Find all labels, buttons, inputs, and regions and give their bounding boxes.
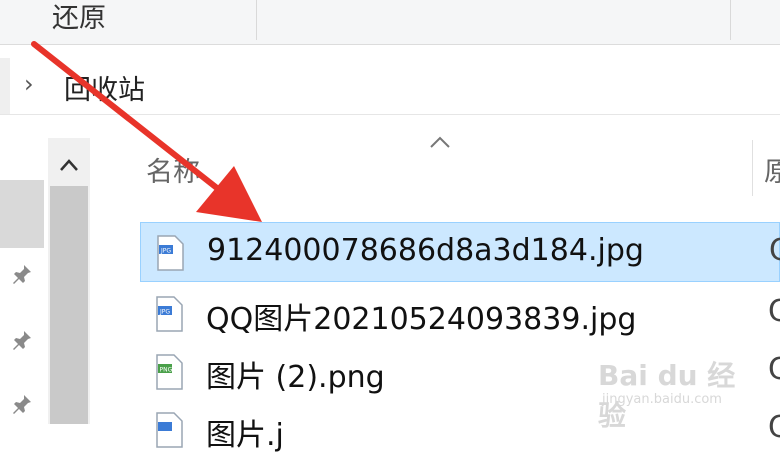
file-name: 图片.j bbox=[206, 418, 284, 453]
nav-scrollbar[interactable] bbox=[48, 138, 90, 424]
pin-icon[interactable] bbox=[8, 392, 36, 420]
watermark-logo: Bai du 经验 jingyan.baidu.com bbox=[598, 344, 758, 432]
svg-text:PNG: PNG bbox=[160, 367, 173, 374]
pin-icon[interactable] bbox=[8, 262, 36, 290]
watermark-url: jingyan.baidu.com bbox=[602, 392, 722, 407]
file-location: C bbox=[768, 294, 780, 329]
svg-text:JPG: JPG bbox=[160, 248, 171, 255]
file-location: C bbox=[768, 352, 780, 387]
ribbon-divider bbox=[256, 0, 257, 40]
file-name: QQ图片20210524093839.jpg bbox=[206, 302, 637, 337]
svg-text:JPG: JPG bbox=[159, 309, 170, 316]
column-header-name[interactable]: 名称 bbox=[146, 150, 200, 189]
jpg-file-icon bbox=[154, 412, 184, 448]
breadcrumb-recycle-bin[interactable]: 回收站 bbox=[64, 68, 145, 107]
file-row[interactable]: JPG 912400078686d8a3d184.jpg C bbox=[140, 222, 780, 282]
pin-icon[interactable] bbox=[8, 328, 36, 356]
restore-button[interactable]: 还原 bbox=[52, 0, 106, 35]
scrollbar-thumb[interactable] bbox=[50, 186, 88, 424]
png-file-icon: PNG bbox=[154, 354, 184, 390]
column-header-original-location[interactable]: 原 bbox=[764, 150, 780, 189]
nav-item-selected[interactable] bbox=[0, 180, 44, 248]
file-location: C bbox=[769, 233, 780, 268]
chevron-right-icon[interactable]: › bbox=[24, 70, 34, 98]
file-location: C bbox=[768, 410, 780, 445]
file-row[interactable]: JPG QQ图片20210524093839.jpg C bbox=[140, 284, 780, 344]
file-name: 912400078686d8a3d184.jpg bbox=[207, 233, 644, 268]
file-name: 图片 (2).png bbox=[206, 360, 385, 395]
scroll-up-icon[interactable] bbox=[48, 144, 90, 184]
sort-ascending-icon[interactable] bbox=[428, 126, 452, 156]
ribbon-divider bbox=[730, 0, 731, 40]
address-bar[interactable]: › 回收站 bbox=[0, 58, 780, 115]
ribbon-toolbar: 还原 bbox=[0, 0, 780, 45]
jpg-file-icon: JPG bbox=[155, 235, 185, 271]
column-divider[interactable] bbox=[752, 140, 753, 196]
jpg-file-icon: JPG bbox=[154, 296, 184, 332]
address-bar-edge bbox=[0, 58, 10, 114]
